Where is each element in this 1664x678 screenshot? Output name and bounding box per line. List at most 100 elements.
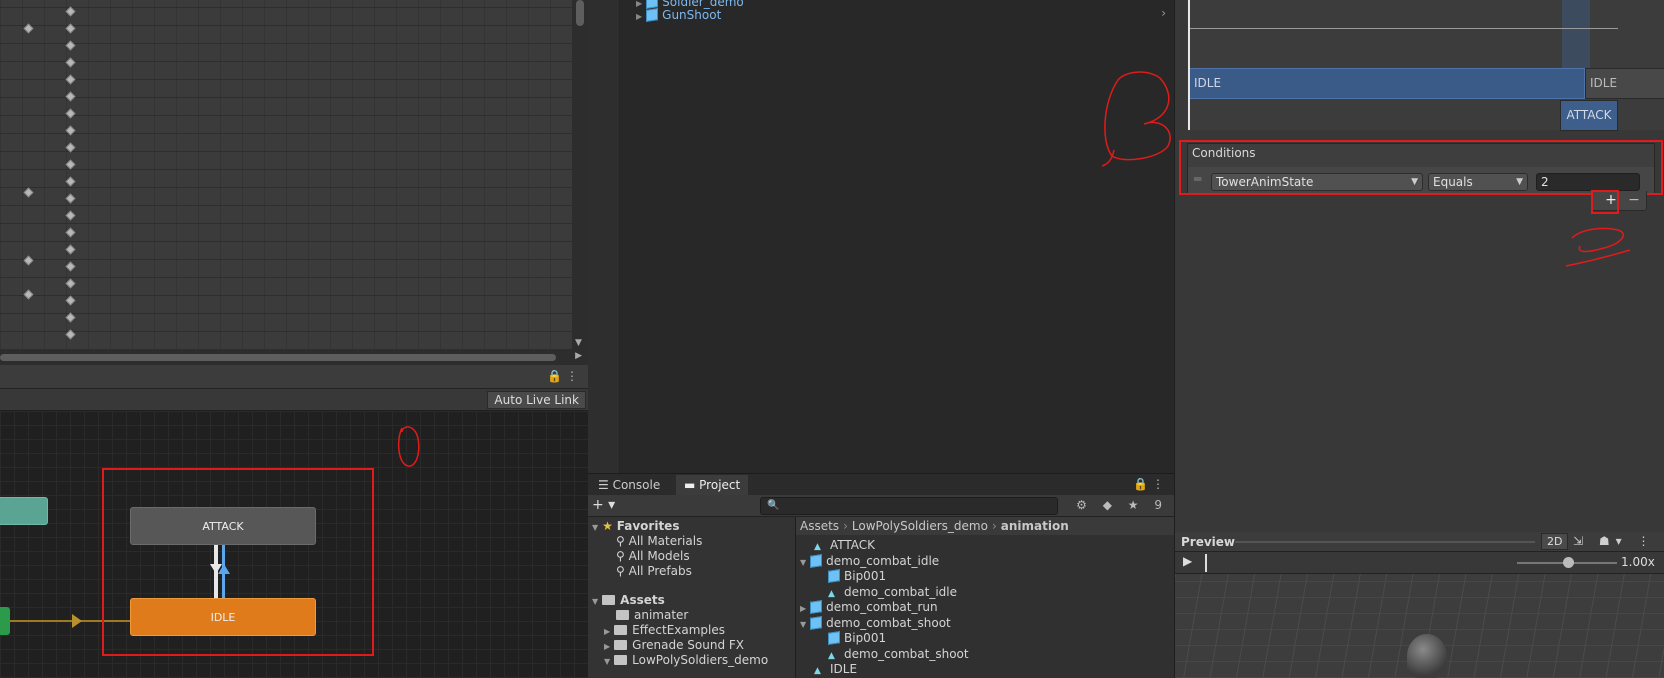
folder-item[interactable]: ▶ Grenade Sound FX	[604, 637, 744, 653]
preview-pivot-avatar-icons[interactable]: ⇲ ☗▾ ⋮	[1573, 534, 1655, 548]
file-label: demo_combat_idle	[844, 584, 958, 599]
favorite-item[interactable]: ⚲ All Models	[616, 548, 690, 564]
state-node-partial[interactable]	[0, 497, 48, 525]
keyframe-diamond-icon[interactable]	[65, 142, 76, 153]
model-cube-icon	[810, 553, 823, 568]
keyframe-diamond-icon[interactable]	[65, 159, 76, 170]
folder-icon	[616, 610, 629, 620]
keyframe-diamond-icon[interactable]	[65, 312, 76, 323]
expand-arrow-icon[interactable]: ▶	[604, 627, 610, 636]
file-item[interactable]: ▶ demo_combat_run	[800, 599, 938, 615]
entry-transition-arrow-icon	[72, 614, 82, 628]
file-item[interactable]: IDLE	[814, 661, 857, 677]
file-item[interactable]: ▼ demo_combat_shoot	[800, 615, 951, 631]
favorite-item[interactable]: ⚲ All Prefabs	[616, 563, 692, 579]
tab-project[interactable]: ▬ Project	[676, 475, 749, 496]
expand-arrow-icon[interactable]: ▼	[592, 597, 598, 606]
breadcrumb-item[interactable]: Assets	[800, 519, 839, 533]
keyframe-diamond-icon[interactable]	[65, 227, 76, 238]
file-item[interactable]: Bip001	[828, 568, 886, 584]
keyframe-diamond-icon[interactable]	[65, 261, 76, 272]
keyframe-rows[interactable]	[0, 0, 572, 350]
keyframe-diamond-icon[interactable]	[65, 244, 76, 255]
keyframe-diamond-icon[interactable]	[23, 289, 34, 300]
project-filter-icons[interactable]: ⚙ ◆ ★ 9	[1076, 498, 1168, 512]
tab-label: Project	[699, 478, 741, 492]
play-icon[interactable]: ▶	[1183, 554, 1192, 568]
project-file-list: Assets›LowPolySoldiers_demo›animation AT…	[796, 517, 1174, 678]
animator-graph[interactable]: ATTACK IDLE	[0, 411, 588, 678]
tab-console[interactable]: ☰ Console	[590, 475, 668, 496]
keyframe-diamond-icon[interactable]	[65, 176, 76, 187]
keyframe-diamond-icon[interactable]	[65, 193, 76, 204]
keyframe-diamond-icon[interactable]	[65, 40, 76, 51]
auto-live-link-button[interactable]: Auto Live Link	[487, 391, 586, 409]
window-menu-icons[interactable]: 🔒⋮	[547, 369, 582, 383]
timeline-clip-attack[interactable]: ATTACK	[1560, 100, 1618, 131]
scroll-right-arrow-icon[interactable]: ▶	[575, 351, 582, 361]
folder-item[interactable]: ▼ LowPolySoldiers_demo	[604, 652, 768, 668]
keyframe-diamond-icon[interactable]	[65, 329, 76, 340]
preview-2d-toggle[interactable]: 2D	[1541, 533, 1569, 550]
breadcrumb-item[interactable]: animation	[1001, 519, 1069, 533]
file-item[interactable]: ATTACK	[814, 537, 875, 553]
expand-arrow-icon[interactable]: ▶	[604, 642, 610, 651]
keyframe-diamond-icon[interactable]	[65, 6, 76, 17]
model-cube-icon	[810, 615, 823, 630]
hierarchy-item[interactable]: ▶ GunShoot	[636, 7, 721, 23]
chevron-right-icon[interactable]: ›	[1161, 6, 1166, 20]
expand-arrow-icon[interactable]: ▼	[800, 558, 806, 567]
dopesheet-vertical-scrollbar[interactable]: ▼	[572, 0, 588, 350]
expand-arrow-icon[interactable]: ▼	[604, 657, 610, 666]
file-label: demo_combat_shoot	[826, 615, 951, 630]
animator-toolbar: Auto Live Link	[0, 389, 588, 411]
timeline-clip-idle-next[interactable]: IDLE	[1585, 68, 1664, 99]
preview-scrubber[interactable]	[1205, 554, 1207, 572]
keyframe-diamond-icon[interactable]	[65, 74, 76, 85]
expand-arrow-icon[interactable]: ▶	[636, 12, 642, 21]
keyframe-diamond-icon[interactable]	[65, 210, 76, 221]
keyframe-diamond-icon[interactable]	[65, 125, 76, 136]
dopesheet-horizontal-scrollbar[interactable]: ▶	[0, 350, 588, 365]
window-menu-icons[interactable]: 🔒⋮	[1133, 477, 1168, 491]
folder-item[interactable]: ▶ EffectExamples	[604, 622, 725, 638]
project-search-input[interactable]: 🔍	[760, 497, 1058, 515]
keyframe-diamond-icon[interactable]	[65, 57, 76, 68]
create-asset-button[interactable]: + ▾	[592, 497, 615, 513]
scrollbar-thumb[interactable]	[0, 354, 556, 361]
transition-timeline[interactable]: IDLE IDLE ATTACK	[1187, 0, 1664, 131]
timeline-clip-idle[interactable]: IDLE	[1189, 68, 1585, 99]
expand-arrow-icon[interactable]: ▼	[800, 620, 806, 629]
favorite-item[interactable]: ⚲ All Materials	[616, 533, 702, 549]
keyframe-diamond-icon[interactable]	[65, 278, 76, 289]
assets-group[interactable]: ▼ Assets	[592, 592, 665, 608]
expand-arrow-icon[interactable]: ▶	[800, 604, 806, 613]
inspector-panel: IDLE IDLE ATTACK Conditions ═ TowerAnimS…	[1174, 0, 1664, 532]
file-item[interactable]: demo_combat_shoot	[828, 646, 969, 662]
expand-arrow-icon[interactable]: ▼	[592, 523, 598, 532]
keyframe-diamond-icon[interactable]	[65, 23, 76, 34]
entry-node-partial[interactable]	[0, 607, 10, 635]
keyframe-diamond-icon[interactable]	[23, 23, 34, 34]
preview-model	[1407, 634, 1447, 678]
scroll-down-arrow-icon[interactable]: ▼	[575, 338, 582, 348]
breadcrumb-item[interactable]: LowPolySoldiers_demo	[852, 519, 988, 533]
preview-resize-handle[interactable]	[1235, 541, 1535, 543]
scrollbar-thumb[interactable]	[576, 0, 584, 26]
hierarchy-panel: ▶ Soldier_demo ▶ GunShoot ›	[588, 0, 1174, 473]
keyframe-diamond-icon[interactable]	[23, 187, 34, 198]
favorites-group[interactable]: ▼ ★ Favorites	[592, 518, 679, 534]
file-item[interactable]: ▼ demo_combat_idle	[800, 553, 939, 569]
remove-condition-button[interactable]: −	[1624, 191, 1644, 211]
favorite-label: All Models	[628, 549, 690, 563]
keyframe-diamond-icon[interactable]	[65, 108, 76, 119]
keyframe-diamond-icon[interactable]	[65, 91, 76, 102]
keyframe-diamond-icon[interactable]	[23, 255, 34, 266]
folder-item[interactable]: animater	[616, 607, 688, 623]
file-item[interactable]: demo_combat_idle	[828, 584, 957, 600]
speed-slider-handle[interactable]	[1563, 557, 1574, 568]
timeline-playhead[interactable]	[1188, 0, 1190, 130]
preview-viewport[interactable]	[1175, 574, 1664, 678]
keyframe-diamond-icon[interactable]	[65, 295, 76, 306]
file-item[interactable]: Bip001	[828, 630, 886, 646]
